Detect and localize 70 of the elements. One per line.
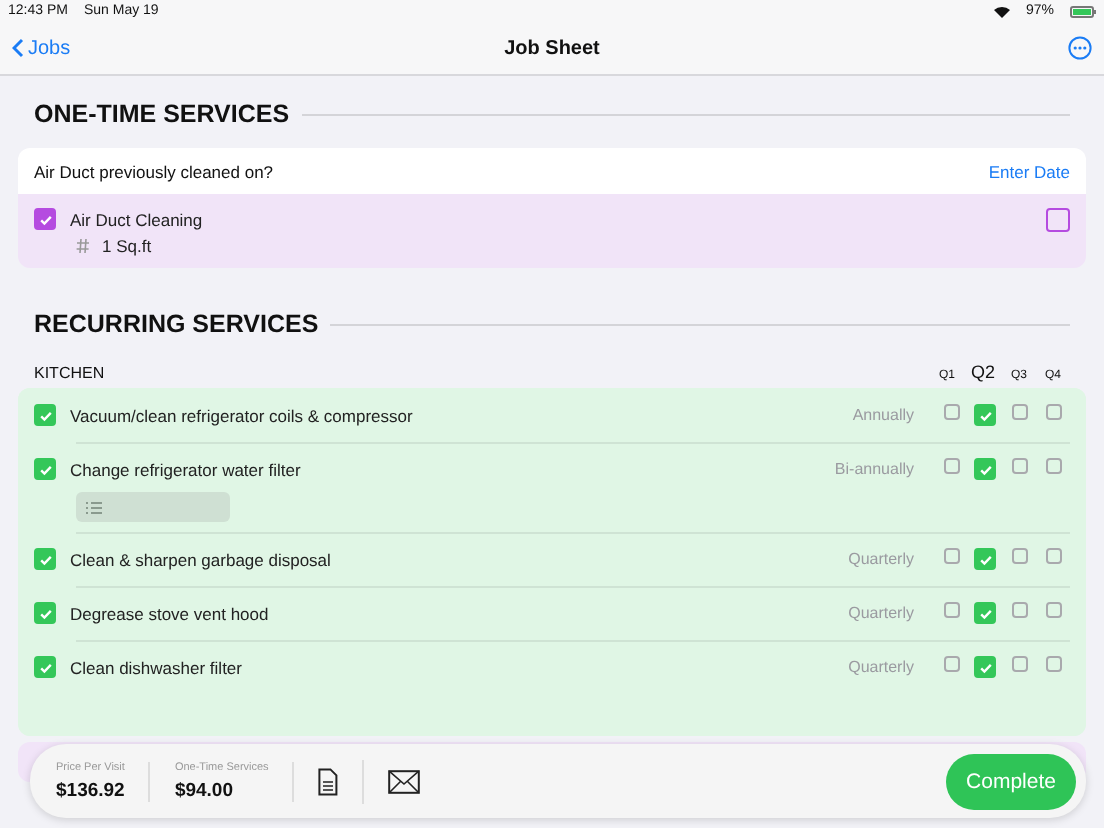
service-name: Degrease stove vent hood (70, 603, 269, 623)
check-icon (37, 659, 53, 675)
quarter-checkbox[interactable] (943, 404, 959, 420)
document-icon[interactable] (318, 767, 339, 795)
check-icon (37, 407, 53, 423)
list-icon (86, 501, 102, 513)
summary-value: $94.00 (174, 779, 235, 801)
frequency-text: Quarterly (848, 658, 914, 676)
frequency-text: Bi-annually (834, 460, 914, 478)
service-name: Clean & sharpen garbage disposal (70, 549, 331, 569)
checkbox[interactable] (34, 656, 56, 678)
checkbox[interactable] (34, 548, 56, 570)
quarter-checkbox[interactable] (1045, 602, 1061, 618)
battery-icon (1070, 5, 1096, 17)
frequency-text: Quarterly (848, 550, 914, 568)
check-icon (977, 407, 993, 423)
quarter-checkbox[interactable] (1011, 656, 1027, 672)
check-icon (37, 605, 53, 621)
service-name: Clean dishwasher filter (70, 657, 242, 677)
enter-date-link[interactable]: Enter Date (988, 161, 1070, 181)
mail-icon[interactable] (388, 769, 421, 793)
check-icon (977, 659, 993, 675)
frequency-text: Annually (852, 406, 914, 424)
group-title: KITCHEN (34, 364, 107, 382)
check-icon (977, 551, 993, 567)
quarter-checkbox[interactable] (1011, 548, 1027, 564)
checkbox[interactable] (34, 404, 56, 426)
service-name: Vacuum/clean refrigerator coils & compressor (70, 405, 413, 425)
checkbox[interactable] (34, 458, 56, 480)
check-icon (37, 551, 53, 567)
quarter-checkbox[interactable] (943, 548, 959, 564)
hash-icon (76, 238, 90, 254)
quarter-checkbox[interactable] (1045, 656, 1061, 672)
service-name: Change refrigerator water filter (70, 459, 301, 479)
check-icon (37, 211, 53, 227)
check-icon (977, 605, 993, 621)
quarter-checkbox[interactable] (974, 656, 996, 678)
quantity-text: 1 Sq.ft (102, 236, 152, 256)
frequency-text: Quarterly (848, 604, 914, 622)
quarter-checkbox[interactable] (943, 656, 959, 672)
quarter-checkbox[interactable] (1011, 404, 1027, 420)
quarter-checkbox[interactable] (974, 548, 996, 570)
chevron-left-icon (12, 38, 24, 58)
quarter-checkbox[interactable] (1045, 404, 1061, 420)
section-title: RECURRING SERVICES (34, 309, 319, 337)
checkbox[interactable] (1046, 207, 1070, 231)
quarter-checkbox[interactable] (1045, 548, 1061, 564)
back-link[interactable]: Jobs (12, 37, 71, 59)
complete-button[interactable]: Complete (946, 753, 1076, 809)
page-title: Job Sheet (504, 37, 600, 59)
quarter-checkbox[interactable] (974, 404, 996, 426)
quarter-checkbox[interactable] (1011, 458, 1027, 474)
wifi-icon (993, 5, 1010, 17)
check-icon (37, 461, 53, 477)
quarter-checkbox[interactable] (1045, 458, 1061, 474)
question-text: Air Duct previously cleaned on? (34, 161, 274, 181)
checkbox[interactable] (34, 208, 56, 230)
quarter-checkbox[interactable] (1011, 602, 1027, 618)
quarter-checkbox[interactable] (974, 458, 996, 480)
quarter-checkbox[interactable] (943, 602, 959, 618)
section-title: ONE-TIME SERVICES (34, 99, 290, 127)
summary-value: $136.92 (56, 779, 125, 801)
quarter-checkbox[interactable] (943, 458, 959, 474)
quarter-header: Q2 (968, 362, 997, 382)
service-name: Air Duct Cleaning (70, 209, 203, 229)
checkbox[interactable] (34, 602, 56, 624)
notes-field[interactable] (76, 492, 230, 522)
quarter-checkbox[interactable] (974, 602, 996, 624)
check-icon (977, 461, 993, 477)
more-icon[interactable] (1068, 36, 1092, 60)
